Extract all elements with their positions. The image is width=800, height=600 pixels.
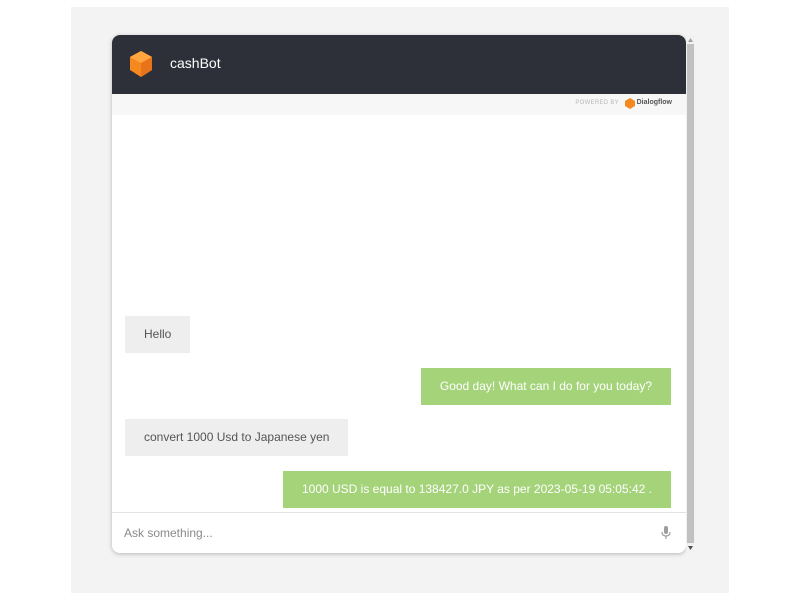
powered-by-label: POWERED BY [575,100,619,106]
message-list: Hello Good day! What can I do for you to… [112,115,686,513]
user-message: Hello [125,316,191,353]
scrollbar-thumb[interactable] [687,44,694,543]
microphone-icon[interactable] [661,526,671,540]
bot-message: Good day! What can I do for you today? [420,368,671,405]
scroll-up-arrow-icon[interactable] [687,37,694,44]
dialogflow-logo-icon [625,98,635,109]
bot-message: 1000 USD is equal to 138427.0 JPY as per… [282,471,671,508]
dialogflow-cube-icon [130,51,152,77]
powered-by-bar: POWERED BY Dialogflow [112,94,686,115]
bot-name: cashBot [170,55,221,71]
chat-widget: cashBot POWERED BY Dialogflow Hello Good… [112,35,686,553]
scrollbar[interactable] [686,35,695,553]
scroll-down-arrow-icon[interactable] [687,544,694,551]
message-input[interactable] [112,513,666,552]
powered-by-brand: Dialogflow [636,99,672,106]
user-message: convert 1000 Usd to Japanese yen [125,419,349,456]
chat-header: cashBot [112,35,686,94]
input-row [112,512,686,553]
